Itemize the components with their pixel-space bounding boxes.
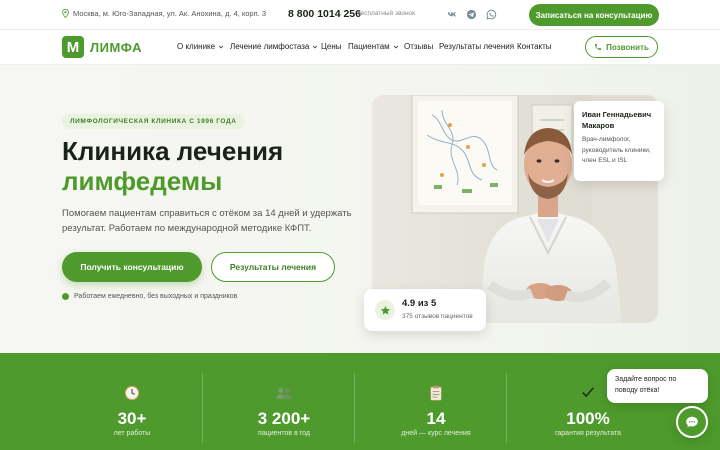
nav-item-prices[interactable]: Цены <box>321 42 342 51</box>
stat-value: 100% <box>566 409 610 428</box>
chevron-down-icon <box>393 45 398 48</box>
stat-label: пациентов в год <box>258 430 310 437</box>
treatment-results-button[interactable]: Результаты лечения <box>211 252 335 282</box>
logo-text[interactable]: ЛИМФА <box>90 40 142 55</box>
stat-value: 30+ <box>117 409 147 428</box>
nav-item-about[interactable]: О клинике <box>177 42 224 51</box>
doctor-name: Иван Геннадьевич Макаров <box>582 110 652 130</box>
status-dot-icon <box>62 293 69 300</box>
chat-prompt-bubble[interactable]: Задайте вопрос по поводу отёка! <box>607 369 708 403</box>
stat-course: 14 дней — курс лечения <box>361 353 511 450</box>
nav-item-label: Результаты лечения <box>439 42 515 51</box>
stat-value: 3 200+ <box>257 409 311 428</box>
stat-divider <box>202 373 203 443</box>
address: Москва, м. Юго-Западная, ул. Ак. Анохина… <box>62 9 266 18</box>
hero-eyebrow: ЛИМФОЛОГИЧЕСКАЯ КЛИНИКА С 1996 ГОДА <box>62 114 245 129</box>
stat-divider <box>506 373 507 443</box>
stat-value: 14 <box>426 409 446 428</box>
call-button-label: Позвонить <box>606 42 649 52</box>
chat-button[interactable] <box>676 406 708 438</box>
nav-item-contacts[interactable]: Контакты <box>517 42 552 51</box>
nav-item-label: Лечение лимфостаза <box>230 42 310 51</box>
stat-label: дней — курс лечения <box>401 430 471 437</box>
nav-item-label: Отзывы <box>404 42 434 51</box>
address-text: Москва, м. Юго-Западная, ул. Ак. Анохина… <box>73 9 266 18</box>
hero-title: Клиника лечения <box>62 136 284 166</box>
nav-item-reviews[interactable]: Отзывы <box>404 42 433 51</box>
stat-patients: 3 200+ пациентов в год <box>209 353 359 450</box>
phone-number[interactable]: 8 800 1014 256 <box>288 8 361 20</box>
whatsapp-icon[interactable] <box>485 8 498 21</box>
stat-years: 30+ лет работы <box>57 353 207 450</box>
nav-item-results[interactable]: Результаты лечения <box>439 42 514 51</box>
chevron-down-icon <box>313 45 318 48</box>
rating-value: 4.9 из 5 <box>402 298 437 309</box>
phone-icon <box>595 44 602 50</box>
work-hours: Работаем ежедневно, без выходных и празд… <box>62 293 237 300</box>
nav-item-label: Контакты <box>517 42 552 51</box>
rating-reviews: 375 отзывов пациентов <box>402 313 473 320</box>
stat-label: лет работы <box>113 430 151 437</box>
people-icon <box>209 385 359 401</box>
hero-lead: Помогаем пациентам справиться с отёком з… <box>62 208 352 234</box>
nav-item-patients[interactable]: Пациентам <box>348 42 399 51</box>
nav-item-label: Пациентам <box>348 42 390 51</box>
phone-note: бесплатный звонок <box>357 10 415 17</box>
book-consultation-button[interactable]: Записаться на консультацию <box>529 4 659 26</box>
chevron-down-icon <box>219 45 224 48</box>
nav-item-label: О клинике <box>177 42 216 51</box>
call-button[interactable]: Позвонить <box>585 36 658 58</box>
nav-item-label: Цены <box>321 42 342 51</box>
clipboard-icon <box>361 385 511 401</box>
telegram-icon[interactable] <box>465 8 478 21</box>
stat-divider <box>354 373 355 443</box>
logo-mark[interactable]: M <box>62 36 84 58</box>
doctor-role: Врач-лимфолог, руководитель клиники, чле… <box>582 136 651 164</box>
nav-item-treatment[interactable]: Лечение лимфостаза <box>230 42 318 51</box>
hero-title-accent: лимфедемы <box>62 166 223 196</box>
work-hours-text: Работаем ежедневно, без выходных и празд… <box>74 293 238 300</box>
vk-icon[interactable] <box>446 8 459 21</box>
star-icon <box>375 300 395 320</box>
stat-label: гарантия результата <box>555 430 621 437</box>
top-bar: Москва, м. Юго-Западная, ул. Ак. Анохина… <box>0 0 720 30</box>
map-pin-icon <box>62 9 69 18</box>
get-consultation-button[interactable]: Получить консультацию <box>62 252 202 282</box>
chat-icon <box>686 416 698 428</box>
rating-card[interactable]: 4.9 из 5 375 отзывов пациентов <box>364 289 486 331</box>
clock-icon <box>57 385 207 401</box>
doctor-info-card: Иван Геннадьевич Макаров Врач-лимфолог, … <box>574 101 664 181</box>
